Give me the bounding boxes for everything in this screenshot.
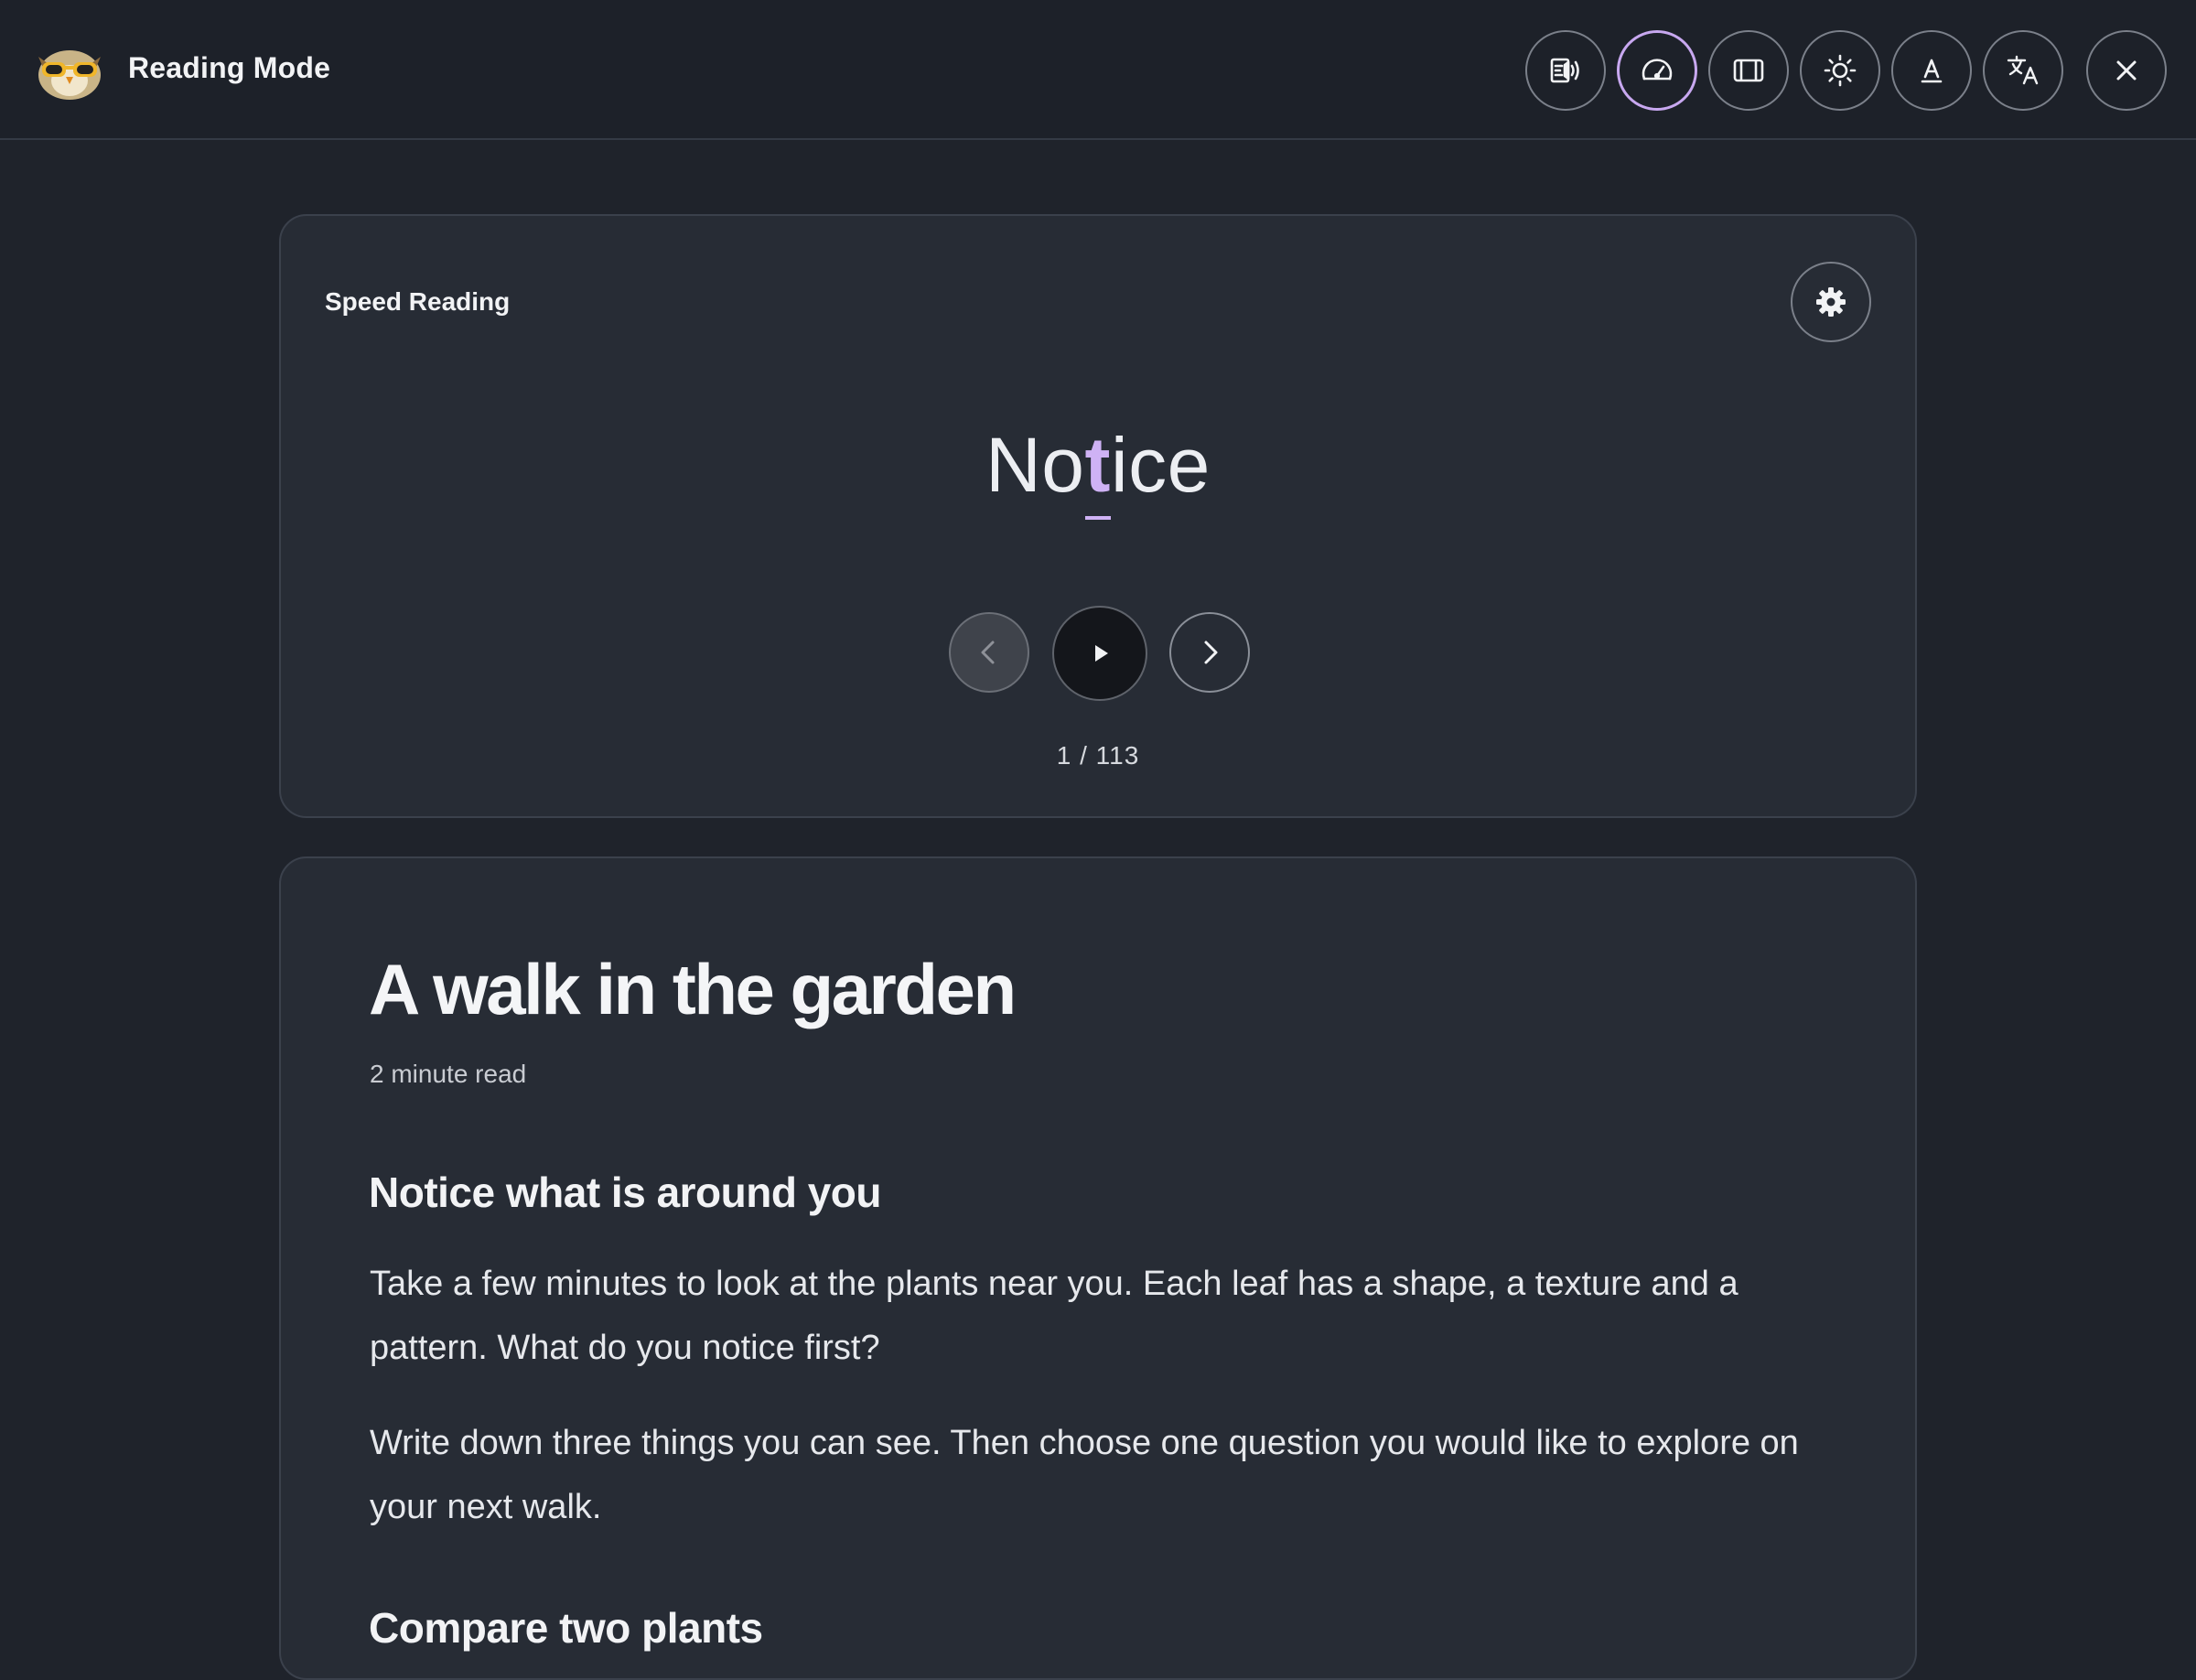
close-icon (2116, 60, 2137, 81)
section-heading: Notice what is around you (369, 1168, 882, 1216)
layout-button[interactable] (1708, 30, 1789, 111)
rsvp-word: Notice (281, 422, 1915, 520)
gear-icon (1816, 287, 1846, 317)
sun-icon (1824, 54, 1857, 87)
columns-icon (1733, 59, 1764, 82)
read-aloud-icon (1550, 58, 1579, 83)
rsvp-word-prefix: No (985, 422, 1085, 508)
owl-icon (38, 50, 101, 100)
chevron-left-icon (981, 641, 995, 664)
play-button[interactable] (1052, 606, 1147, 701)
article-panel: A walk in the garden 2 minute read Notic… (279, 856, 1917, 1680)
read-time: 2 minute read (370, 1060, 527, 1088)
section-heading: Compare two plants (369, 1604, 763, 1652)
read-aloud-button[interactable] (1525, 30, 1606, 111)
chevron-right-icon (1204, 641, 1218, 664)
article-title: A walk in the garden (369, 949, 1017, 1029)
play-icon (1095, 645, 1108, 662)
paragraph: Write down three things you can see. The… (370, 1424, 1799, 1526)
translate-button[interactable] (1983, 30, 2063, 111)
close-button[interactable] (2086, 30, 2167, 111)
theme-button[interactable] (1800, 30, 1880, 111)
rsvp-word-suffix: ice (1110, 422, 1211, 508)
next-word-button[interactable] (1169, 612, 1250, 693)
speed-settings-button[interactable] (1791, 262, 1871, 342)
paragraph: Take a few minutes to look at the plants… (370, 1265, 1738, 1367)
speed-reading-button[interactable] (1617, 30, 1697, 111)
rsvp-focus-letter: t (1084, 422, 1112, 520)
word-progress: 1 / 113 (1056, 741, 1140, 770)
speedometer-icon (1642, 59, 1673, 81)
speed-reading-label: Speed Reading (325, 287, 511, 316)
top-bar: Reading Mode (0, 0, 2196, 140)
app-title: Reading Mode (128, 51, 331, 84)
translate-icon (2007, 55, 2039, 85)
font-button[interactable] (1891, 30, 1972, 111)
speed-reading-panel: Speed Reading Notice 1 / 113 (279, 214, 1917, 818)
text-style-icon (1921, 59, 1943, 83)
previous-word-button[interactable] (949, 612, 1029, 693)
